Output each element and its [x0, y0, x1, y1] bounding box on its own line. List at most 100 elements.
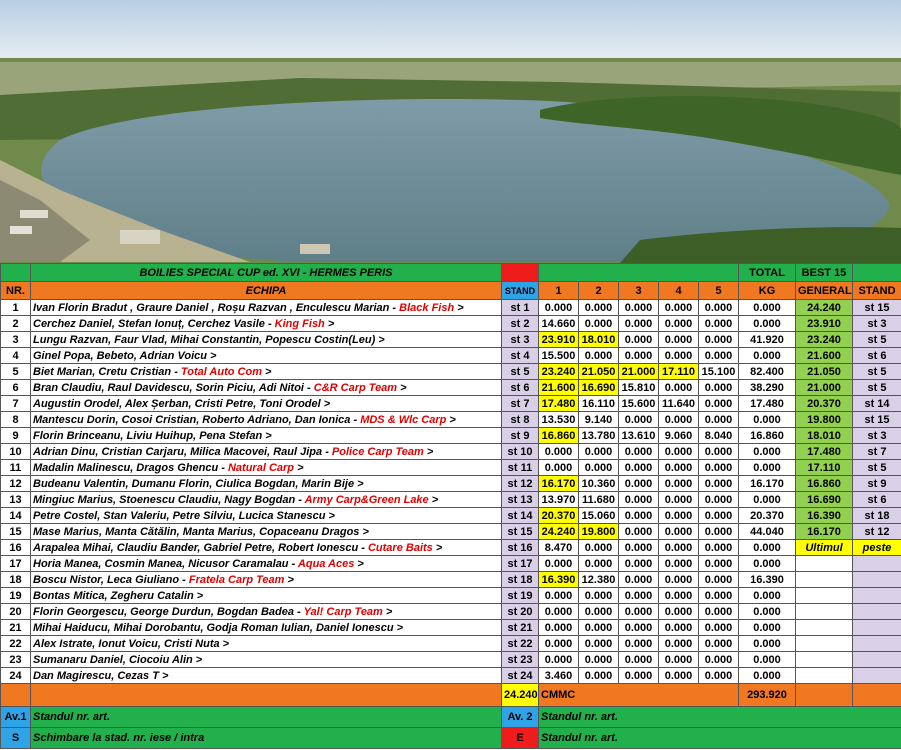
round-1-value: 0.000: [538, 443, 579, 460]
header-spacer-left: [0, 263, 31, 282]
total-kg: 0.000: [738, 619, 796, 636]
round-5-value: 0.000: [698, 587, 739, 604]
team-cell: Ginel Popa, Bebeto, Adrian Voicu >: [30, 347, 502, 364]
team-cell: Dan Magirescu, Cezas T >: [30, 667, 502, 684]
round-4-value: 0.000: [658, 539, 699, 556]
general-value: [795, 619, 853, 636]
row-number: 5: [0, 363, 31, 380]
stand-cell: st 9: [501, 427, 539, 444]
general-value: 23.910: [795, 315, 853, 332]
stand-cell: st 5: [501, 363, 539, 380]
round-3-value: 0.000: [618, 507, 659, 524]
team-cell: Boscu Nistor, Leca Giuliano - Fratela Ca…: [30, 571, 502, 588]
round-3-value: 0.000: [618, 651, 659, 668]
table-row: 19 Bontas Mitica, Zegheru Catalin > st 19 0…: [0, 587, 901, 604]
team-name: Yal! Carp Team: [303, 605, 383, 618]
round-4-value: 0.000: [658, 315, 699, 332]
round-3-value: 0.000: [618, 619, 659, 636]
team-members: Mingiuc Marius, Stoenescu Claudiu, Nagy …: [33, 493, 305, 506]
summary-spacer-stand: [852, 683, 901, 707]
row-arrow: >: [382, 605, 393, 618]
team-cell: Mantescu Dorin, Cosoi Cristian, Roberto …: [30, 411, 502, 428]
table-row: 11 Madalin Malinescu, Dragos Ghencu - Nat…: [0, 459, 901, 476]
general-stand: st 7: [852, 443, 901, 460]
round-1-value: 0.000: [538, 459, 579, 476]
round-2-value: 0.000: [578, 555, 619, 572]
table-row: 2 Cerchez Daniel, Stefan Ionuț, Cerchez V…: [0, 315, 901, 332]
general-stand: [852, 555, 901, 572]
stand-cell: st 19: [501, 587, 539, 604]
stand-cell: st 20: [501, 603, 539, 620]
round-5-value: 15.100: [698, 363, 739, 380]
round-2-value: 18.010: [578, 331, 619, 348]
round-3-value: 0.000: [618, 491, 659, 508]
team-members: Florin Georgescu, George Durdun, Bogdan …: [33, 605, 304, 618]
table-row: 24 Dan Magirescu, Cezas T > st 24 3.460 0.00…: [0, 667, 901, 684]
team-cell: Mihai Haiducu, Mihai Dorobantu, Godja Ro…: [30, 619, 502, 636]
general-value: 21.050: [795, 363, 853, 380]
team-members: Dan Magirescu, Cezas T >: [33, 669, 169, 682]
round-4-value: 0.000: [658, 603, 699, 620]
stand-cell: st 11: [501, 459, 539, 476]
round-2-value: 15.060: [578, 507, 619, 524]
general-stand: st 3: [852, 427, 901, 444]
round-1-value: 16.860: [538, 427, 579, 444]
table-row: 13 Mingiuc Marius, Stoenescu Claudiu, Nag…: [0, 491, 901, 508]
total-kg: 16.390: [738, 571, 796, 588]
row-number: 19: [0, 587, 31, 604]
round-4-value: 0.000: [658, 347, 699, 364]
round-3-value: 0.000: [618, 571, 659, 588]
round-3-value: 21.000: [618, 363, 659, 380]
team-name: Cutare Baits: [367, 541, 433, 554]
row-number: 21: [0, 619, 31, 636]
col-general: GENERAL: [795, 281, 853, 300]
general-value: 17.480: [795, 443, 853, 460]
team-name: Army Carp&Green Lake: [304, 493, 429, 506]
team-members: Mantescu Dorin, Cosoi Cristian, Roberto …: [33, 413, 361, 426]
general-stand: st 5: [852, 459, 901, 476]
team-members: Biet Marian, Cretu Cristian -: [33, 365, 181, 378]
footer-av2-label: Av. 2: [501, 706, 539, 728]
round-1-value: 0.000: [538, 299, 579, 316]
round-4-value: 0.000: [658, 651, 699, 668]
row-number: 23: [0, 651, 31, 668]
team-name: Police Carp Team: [331, 445, 424, 458]
summary-spacer-nr: [0, 683, 31, 707]
round-1-value: 0.000: [538, 555, 579, 572]
total-kg: 0.000: [738, 555, 796, 572]
round-4-value: 0.000: [658, 507, 699, 524]
team-cell: Mingiuc Marius, Stoenescu Claudiu, Nagy …: [30, 491, 502, 508]
stand-cell: st 3: [501, 331, 539, 348]
team-cell: Horia Manea, Cosmin Manea, Nicusor Caram…: [30, 555, 502, 572]
round-2-value: 0.000: [578, 619, 619, 636]
footer-s-text: Schimbare la stad. nr. iese / intra: [30, 727, 502, 749]
summary-spacer-general: [795, 683, 853, 707]
round-1-value: 13.530: [538, 411, 579, 428]
total-kg: 20.370: [738, 507, 796, 524]
row-number: 2: [0, 315, 31, 332]
team-members: Augustin Orodel, Alex Șerban, Cristi Pet…: [33, 397, 331, 410]
round-3-value: 0.000: [618, 443, 659, 460]
header-rounds-spacer: [538, 263, 739, 282]
round-5-value: 0.000: [698, 475, 739, 492]
round-2-value: 0.000: [578, 603, 619, 620]
general-stand: [852, 651, 901, 668]
table-row: 16 Arapalea Mihai, Claudiu Bander, Gabrie…: [0, 539, 901, 556]
round-5-value: 0.000: [698, 603, 739, 620]
round-3-value: 0.000: [618, 523, 659, 540]
round-2-value: 21.050: [578, 363, 619, 380]
table-row: 14 Petre Costel, Stan Valeriu, Petre Silv…: [0, 507, 901, 524]
row-number: 11: [0, 459, 31, 476]
round-3-value: 0.000: [618, 475, 659, 492]
stand-cell: st 12: [501, 475, 539, 492]
stand-cell: st 4: [501, 347, 539, 364]
team-members: Horia Manea, Cosmin Manea, Nicusor Caram…: [33, 557, 298, 570]
team-cell: Alex Istrate, Ionut Voicu, Cristi Nuta >: [30, 635, 502, 652]
header-row-columns: NR. ECHIPA STAND 1 2 3 4 5 KG GENERAL ST…: [0, 281, 901, 300]
col-kg: KG: [738, 281, 796, 300]
round-4-value: 0.000: [658, 619, 699, 636]
team-cell: Ivan Florin Bradut , Graure Daniel , Roș…: [30, 299, 502, 316]
summary-spacer-echipa: [30, 683, 502, 707]
round-1-value: 17.480: [538, 395, 579, 412]
general-stand: st 5: [852, 331, 901, 348]
